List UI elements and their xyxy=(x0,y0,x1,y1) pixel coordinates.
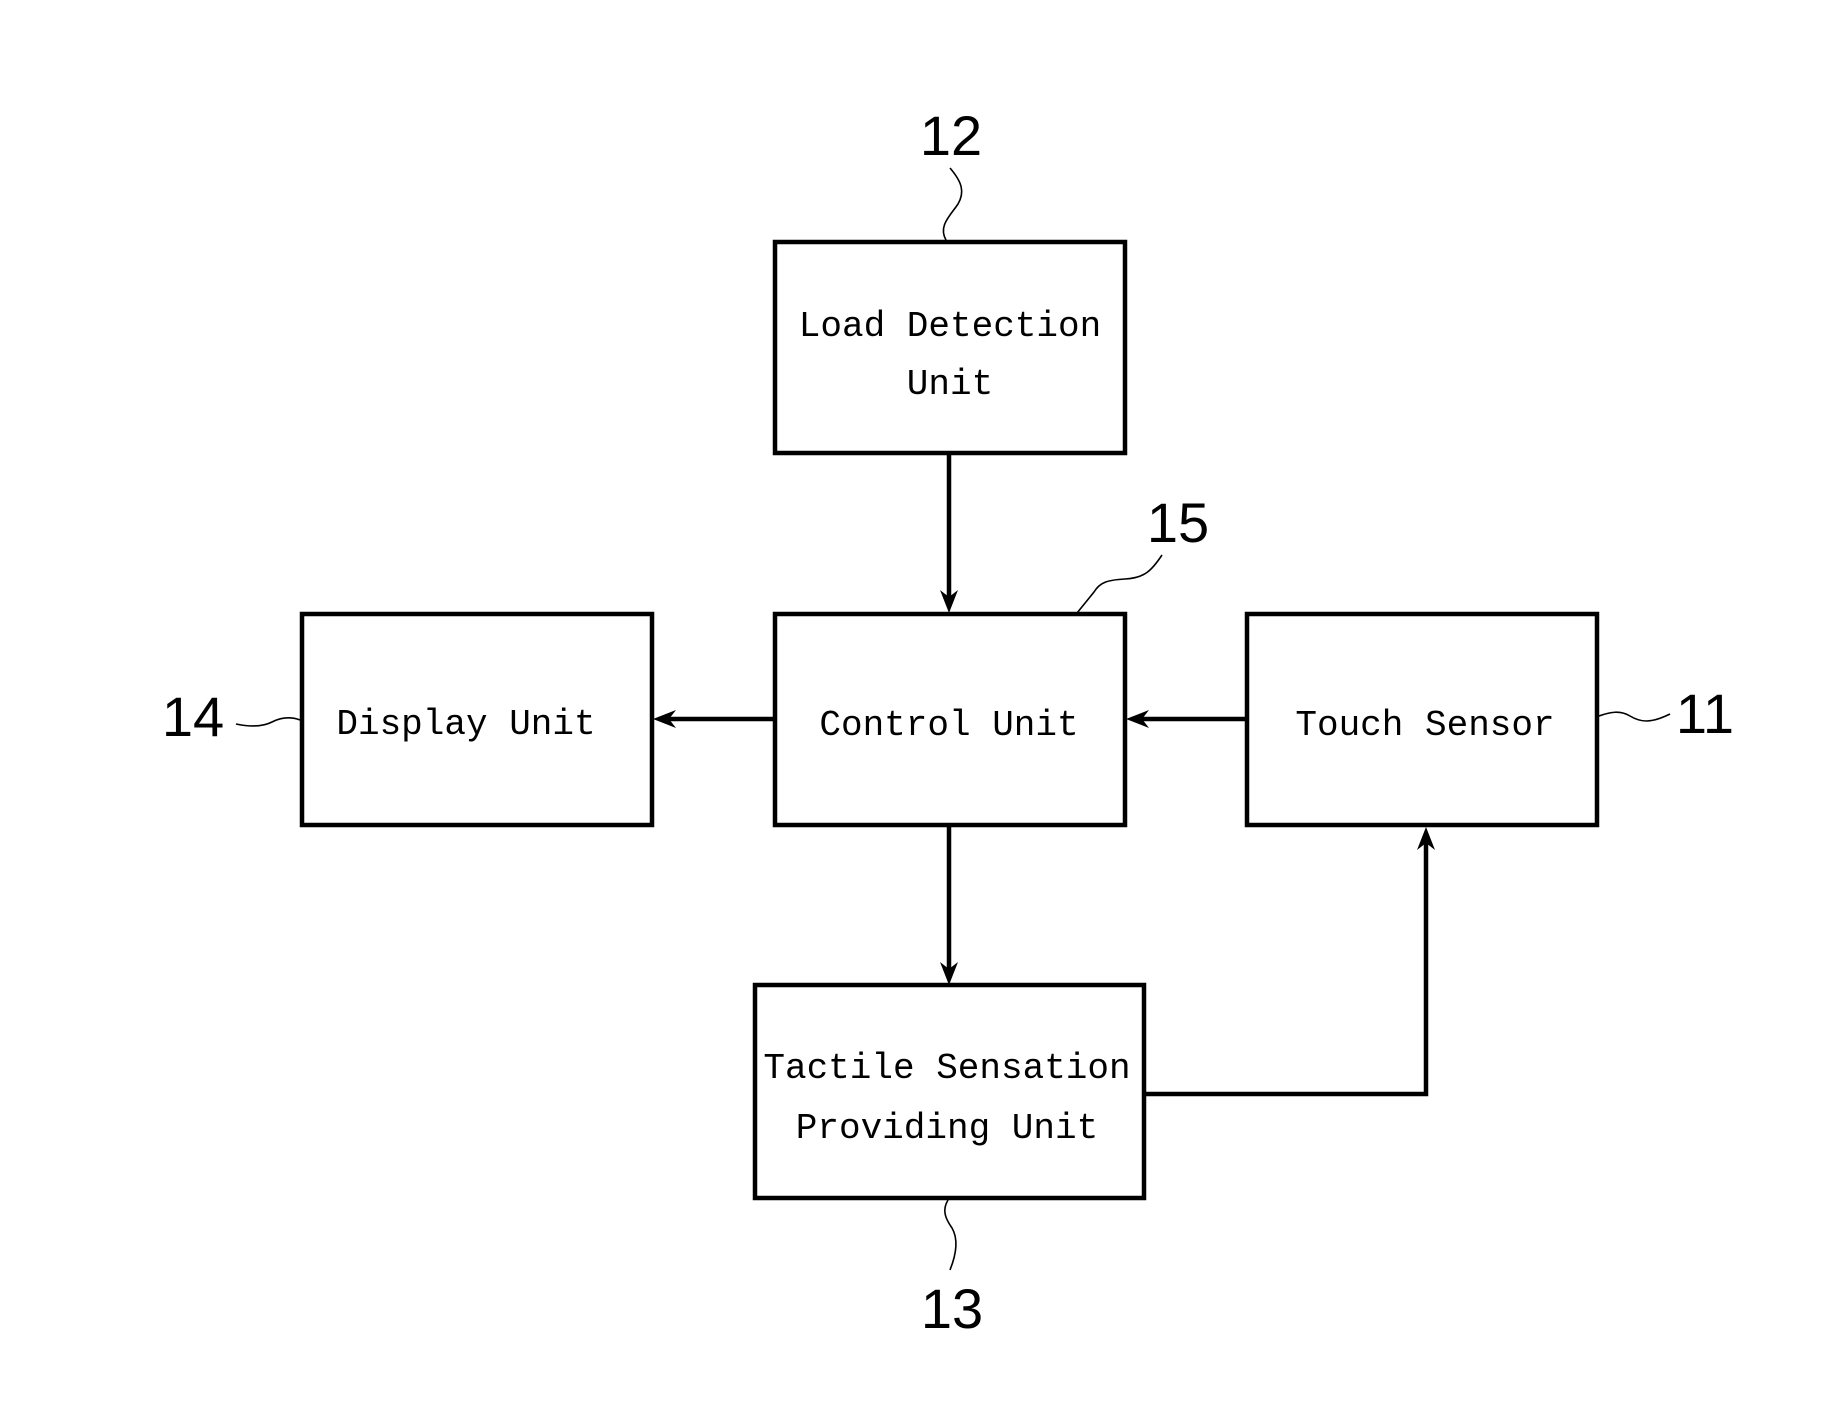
reference-11: 11 xyxy=(1598,682,1734,745)
block-display: Display Unit xyxy=(299,611,655,828)
reference-12: 12 xyxy=(920,104,982,241)
block-label-line: Display Unit xyxy=(336,704,595,745)
leader-line xyxy=(942,167,963,241)
block-label-line: Touch Sensor xyxy=(1295,705,1554,746)
reference-15: 15 xyxy=(1076,491,1209,614)
block-load-detection: Load Detection Unit xyxy=(772,239,1128,456)
leader-line xyxy=(943,1199,957,1271)
leader-line xyxy=(1598,711,1671,722)
block-tactile: Tactile Sensation Providing Unit xyxy=(752,982,1147,1201)
reference-14: 14 xyxy=(162,685,301,748)
block-label-line: Control Unit xyxy=(819,705,1078,746)
block-diagram: Load Detection Unit Display Unit Control… xyxy=(162,104,1734,1340)
connector-tactile-to-touch xyxy=(1144,840,1429,1097)
reference-13: 13 xyxy=(921,1199,983,1340)
ref-numeral: 15 xyxy=(1147,491,1209,554)
ref-numeral: 11 xyxy=(1676,682,1734,745)
leader-line xyxy=(235,717,301,727)
block-label-line: Unit xyxy=(907,364,993,405)
block-label-line: Tactile Sensation xyxy=(763,1048,1130,1089)
block-label-line: Load Detection xyxy=(799,306,1101,347)
ref-numeral: 14 xyxy=(162,685,224,748)
ref-numeral: 12 xyxy=(920,104,982,167)
block-control: Control Unit xyxy=(772,611,1128,828)
block-label-line: Providing Unit xyxy=(796,1108,1098,1149)
block-touch-sensor: Touch Sensor xyxy=(1244,611,1600,828)
ref-numeral: 13 xyxy=(921,1277,983,1340)
leader-line xyxy=(1076,554,1163,614)
